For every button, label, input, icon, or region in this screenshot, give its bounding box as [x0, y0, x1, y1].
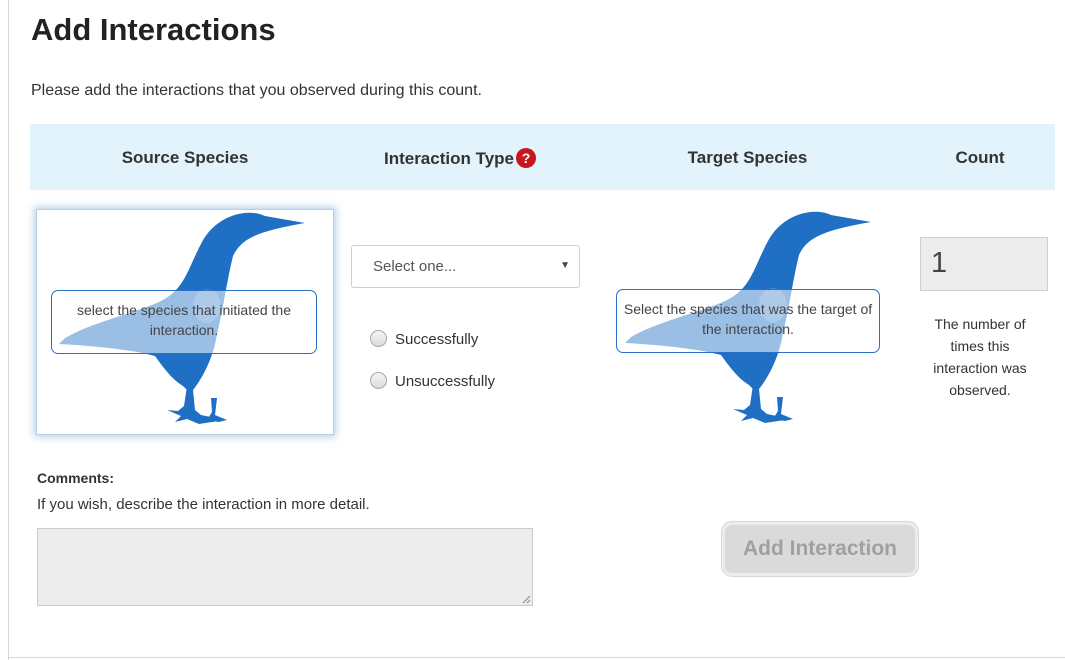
header-interaction-type: Interaction Type?: [360, 148, 560, 169]
radio-button-icon[interactable]: [370, 330, 387, 347]
source-species-label: select the species that initiated the in…: [51, 290, 317, 354]
resize-grip-icon[interactable]: [522, 595, 531, 604]
chevron-down-icon: ▼: [560, 260, 570, 271]
target-species-picker[interactable]: Select the species that was the target o…: [603, 209, 899, 433]
comments-label: Comments:: [37, 470, 115, 486]
comments-help-text: If you wish, describe the interaction in…: [37, 496, 370, 513]
help-icon[interactable]: ?: [516, 148, 537, 168]
page-title: Add Interactions: [31, 12, 276, 47]
radio-unsuccessfully[interactable]: Unsuccessfully: [370, 372, 495, 390]
page-intro: Please add the interactions that you obs…: [31, 82, 482, 99]
frame-border-bottom: [8, 657, 1065, 658]
interaction-type-select-value: Select one...: [373, 258, 457, 275]
add-interaction-button[interactable]: Add Interaction: [722, 522, 918, 576]
header-source-species: Source Species: [121, 148, 249, 167]
header-target-species: Target Species: [687, 148, 808, 167]
interaction-type-select[interactable]: Select one... ▼: [351, 245, 580, 288]
count-help-text: The number of times this interaction was…: [933, 316, 1027, 398]
target-species-label: Select the species that was the target o…: [616, 289, 880, 353]
header-interaction-type-label: Interaction Type: [383, 149, 515, 168]
radio-unsuccessfully-label: Unsuccessfully: [395, 373, 496, 390]
radio-button-icon[interactable]: [370, 372, 387, 389]
interaction-table-header: Source Species Interaction Type? Target …: [30, 124, 1055, 190]
comments-textarea[interactable]: [37, 528, 533, 606]
radio-successfully-label: Successfully: [395, 331, 479, 348]
count-input[interactable]: 1: [920, 237, 1048, 291]
header-count: Count: [955, 148, 1005, 167]
source-species-picker[interactable]: select the species that initiated the in…: [36, 209, 334, 435]
radio-successfully[interactable]: Successfully: [370, 330, 478, 348]
frame-border-left: [8, 0, 9, 660]
